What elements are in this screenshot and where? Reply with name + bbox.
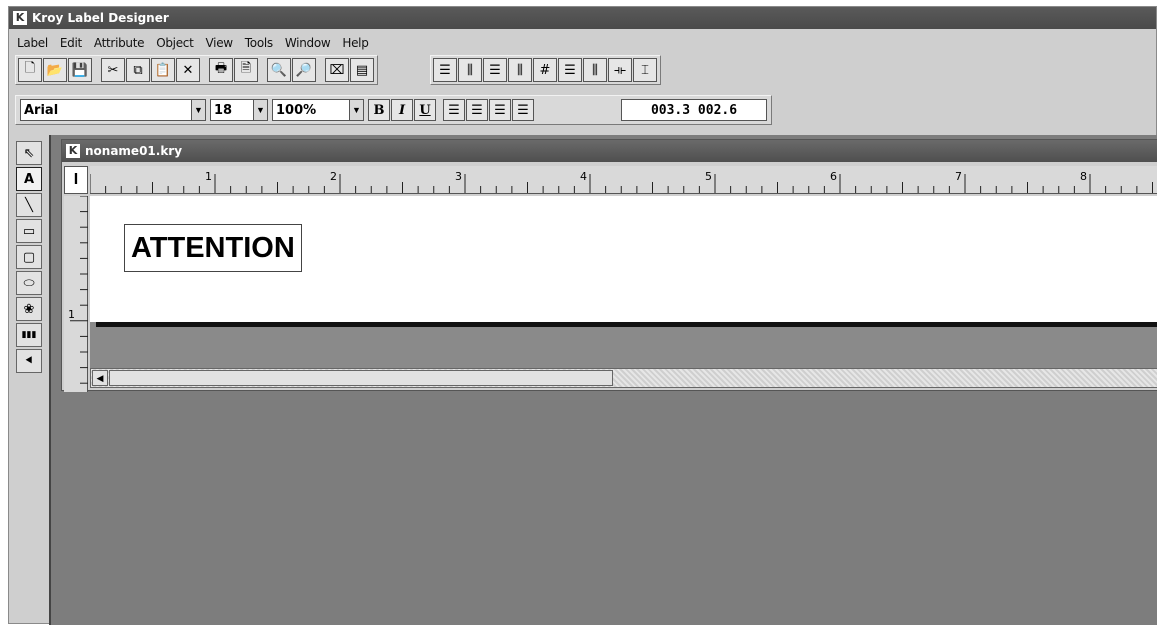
ruler-number: 4	[580, 170, 587, 183]
ruler-number: 8	[1080, 170, 1087, 183]
line-tool-icon[interactable]: ╲	[16, 193, 42, 217]
align-top-icon[interactable]: ⫼	[508, 58, 532, 82]
text-align-center-icon[interactable]: ☰	[466, 99, 488, 121]
size-value: 18	[214, 102, 233, 118]
zoom-value: 100%	[276, 102, 317, 118]
label-page[interactable]: ATTENTION	[90, 196, 1157, 322]
align-toolbar-group: ☰ ⫼ ☰ ⫼ # ☰ ⫼ ⟛ ⌶	[430, 55, 661, 85]
app-window: K Kroy Label Designer Label Edit Attribute…	[8, 6, 1157, 625]
ruler-number: 6	[830, 170, 837, 183]
align-right-icon[interactable]: ☰	[483, 58, 507, 82]
vertical-ruler-ticks: 1	[68, 195, 88, 384]
ruler-number: 1	[68, 308, 75, 321]
format-toolbar: Arial ▼ 18 ▼ 100% ▼ B I U ☰ ☰ ☰ ☰ 003.3 …	[15, 95, 780, 125]
bold-button[interactable]: B	[368, 99, 390, 121]
align-middle-icon[interactable]: ☰	[558, 58, 582, 82]
menu-edit[interactable]: Edit	[54, 36, 88, 50]
paste-icon[interactable]: 📋	[151, 58, 175, 82]
ruler-number: 5	[705, 170, 712, 183]
save-icon[interactable]: 💾	[68, 58, 92, 82]
menu-attribute[interactable]: Attribute	[88, 36, 150, 50]
scroll-left-arrow-icon[interactable]: ◀	[92, 370, 108, 386]
text-justify-icon[interactable]: ☰	[512, 99, 534, 121]
label-bottom-edge	[96, 322, 1157, 327]
image-tool-icon[interactable]: ❀	[16, 297, 42, 321]
font-value: Arial	[24, 102, 59, 118]
text-object-attention[interactable]: ATTENTION	[124, 224, 302, 272]
cursor-coordinates: 003.3 002.6	[621, 99, 767, 121]
zoom-in-icon[interactable]: 🔍	[267, 58, 291, 82]
space-horizontal-icon[interactable]: ⟛	[608, 58, 632, 82]
document-title: noname01.kry	[85, 144, 183, 158]
copy-icon[interactable]: ⧉	[126, 58, 150, 82]
vertical-ruler: 1	[64, 195, 88, 392]
horizontal-scrollbar[interactable]: ◀	[90, 368, 1157, 388]
cut-icon[interactable]: ✂	[101, 58, 125, 82]
app-title: Kroy Label Designer	[32, 11, 169, 25]
text-tool-icon[interactable]: A	[16, 167, 42, 191]
print-icon[interactable]: 🖶	[209, 58, 233, 82]
ruler-number: 7	[955, 170, 962, 183]
menu-label[interactable]: Label	[11, 36, 54, 50]
app-titlebar[interactable]: K Kroy Label Designer	[9, 7, 1156, 29]
text-align-left-icon[interactable]: ☰	[443, 99, 465, 121]
rectangle-tool-icon[interactable]: ▭	[16, 219, 42, 243]
main-toolbar: 🗋 📂 💾 ✂ ⧉ 📋 ✕ 🖶 🗎 🔍 🔎 ⌧ ▤ ☰ ⫼ ☰ ⫼ # ☰ ⫼ ⟛ ⌶	[15, 55, 669, 85]
app-logo-icon: K	[13, 11, 27, 25]
ruler-number: 3	[455, 170, 462, 183]
space-vertical-icon[interactable]: ⌶	[633, 58, 657, 82]
delete-icon[interactable]: ✕	[176, 58, 200, 82]
ruler-number: 2	[330, 170, 337, 183]
menu-bar: Label Edit Attribute Object View Tools Window H…	[9, 33, 375, 53]
font-select[interactable]: Arial ▼	[20, 99, 206, 121]
align-center-v-icon[interactable]: ⫼	[458, 58, 482, 82]
pointer-tool-icon[interactable]: ⇖	[16, 141, 42, 165]
document-icon: K	[66, 144, 80, 158]
document-titlebar[interactable]: K noname01.kry	[62, 140, 1157, 162]
label-setup-icon[interactable]: ⌧	[325, 58, 349, 82]
barcode-tool-icon[interactable]: ▮▮▮	[16, 323, 42, 347]
label-canvas[interactable]: ATTENTION	[90, 196, 1157, 368]
align-grid-icon[interactable]: #	[533, 58, 557, 82]
tool-palette: ⇖ A ╲ ▭ ▢ ⬭ ❀ ▮▮▮ ⯇	[13, 141, 45, 375]
ruler-number: 1	[205, 170, 212, 183]
menu-tools[interactable]: Tools	[239, 36, 279, 50]
menu-help[interactable]: Help	[336, 36, 374, 50]
align-left-icon[interactable]: ☰	[433, 58, 457, 82]
italic-button[interactable]: I	[391, 99, 413, 121]
menu-object[interactable]: Object	[150, 36, 199, 50]
underline-button[interactable]: U	[414, 99, 436, 121]
standard-toolbar-group: 🗋 📂 💾 ✂ ⧉ 📋 ✕ 🖶 🗎 🔍 🔎 ⌧ ▤	[15, 55, 378, 85]
size-select[interactable]: 18 ▼	[210, 99, 268, 121]
align-bottom-icon[interactable]: ⫼	[583, 58, 607, 82]
print-preview-icon[interactable]: 🗎	[234, 58, 258, 82]
menu-view[interactable]: View	[200, 36, 239, 50]
chevron-down-icon[interactable]: ▼	[253, 100, 267, 120]
ruler-corner-button[interactable]: I	[64, 166, 88, 194]
text-align-right-icon[interactable]: ☰	[489, 99, 511, 121]
new-icon[interactable]: 🗋	[18, 58, 42, 82]
menu-window[interactable]: Window	[279, 36, 337, 50]
format-toolbar-group: Arial ▼ 18 ▼ 100% ▼ B I U ☰ ☰ ☰ ☰ 003.3 …	[15, 95, 772, 125]
chevron-down-icon[interactable]: ▼	[349, 100, 363, 120]
horizontal-ruler-ticks: 1 2 3 4 5 6 7 8	[90, 170, 1153, 193]
zoom-out-icon[interactable]: 🔎	[292, 58, 316, 82]
rounded-rectangle-tool-icon[interactable]: ▢	[16, 245, 42, 269]
document-window: K noname01.kry I 1 2 3 4 5 6 7 8 1 ATTENTION ◀	[61, 139, 1157, 392]
serial-tool-icon[interactable]: ⯇	[16, 349, 42, 373]
scrollbar-thumb[interactable]	[109, 370, 613, 386]
zoom-select[interactable]: 100% ▼	[272, 99, 364, 121]
chevron-down-icon[interactable]: ▼	[191, 100, 205, 120]
horizontal-ruler: 1 2 3 4 5 6 7 8	[90, 166, 1157, 194]
ellipse-tool-icon[interactable]: ⬭	[16, 271, 42, 295]
clipboard-icon[interactable]: ▤	[350, 58, 374, 82]
open-icon[interactable]: 📂	[43, 58, 67, 82]
workspace: K noname01.kry I 1 2 3 4 5 6 7 8 1 ATTENTION ◀	[49, 135, 1157, 625]
